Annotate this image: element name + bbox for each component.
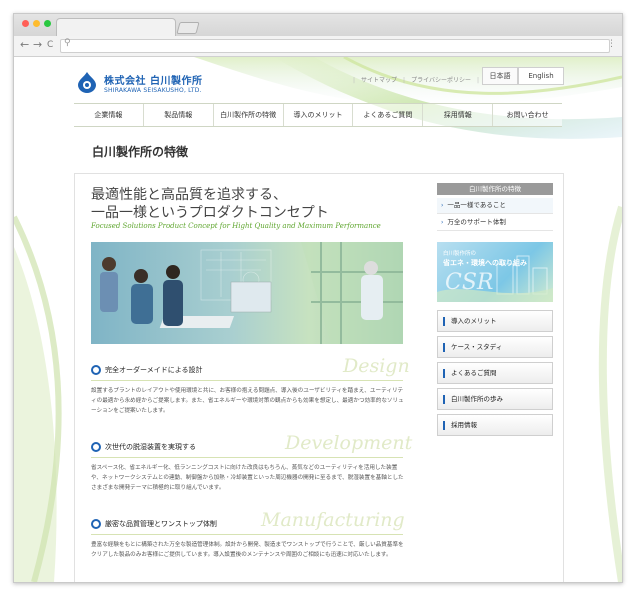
blue-bar-icon <box>443 368 445 378</box>
reload-icon[interactable]: C <box>47 38 53 52</box>
sub-headline: Focused Solutions Product Concept for Hi… <box>91 222 381 230</box>
circle-bullet-icon <box>91 365 101 375</box>
blue-bar-icon <box>443 342 445 352</box>
csr-banner[interactable]: 白川製作所の 省エネ・環境への取り組み CSR <box>437 242 553 302</box>
lang-english-button[interactable]: English <box>518 67 564 85</box>
site-header: 株式会社 白川製作所 SHIRAKAWA SEISAKUSHO, LTD. | サ… <box>14 57 622 103</box>
close-window-icon[interactable] <box>22 20 29 27</box>
back-arrow-icon[interactable]: ← <box>20 38 29 52</box>
chevron-right-icon: › <box>441 202 444 209</box>
section-title-design: 完全オーダーメイドによる設計 <box>91 365 203 375</box>
hero-photo <box>91 242 403 344</box>
sidebar-heading: 白川製作所の特徴 <box>437 183 553 195</box>
company-logo-icon[interactable] <box>76 71 98 93</box>
blue-bar-icon <box>443 420 445 430</box>
sitemap-link[interactable]: サイトマップ <box>361 77 397 84</box>
hero-photo-illustration <box>91 242 403 344</box>
sidebar-link-ippin[interactable]: › 一品一様であること <box>437 198 553 214</box>
section-divider <box>91 534 403 535</box>
blue-bar-icon <box>443 394 445 404</box>
new-tab-button[interactable] <box>176 22 200 34</box>
nav-item-products[interactable]: 製品情報 <box>144 104 214 126</box>
section-divider <box>91 457 403 458</box>
company-name-en: SHIRAKAWA SEISAKUSHO, LTD. <box>104 87 202 94</box>
circle-bullet-icon <box>91 519 101 529</box>
section-body-development: 省スペース化、省エネルギー化、低ランニングコストに向けた改良はもちろん、蒸気など… <box>91 465 404 491</box>
page-title: 白川製作所の特徴 <box>92 145 189 159</box>
address-bar[interactable]: ⚲ <box>60 38 610 53</box>
global-nav: 企業情報 製品情報 白川製作所の特徴 導入のメリット よくあるご質問 採用情報 … <box>74 103 562 127</box>
company-name[interactable]: 株式会社 白川製作所 <box>104 72 202 87</box>
nav-item-contact[interactable]: お問い合わせ <box>493 104 562 126</box>
circle-bullet-icon <box>91 442 101 452</box>
main-headline: 最適性能と高品質を追求する、 一品一様というプロダクトコンセプト <box>91 186 329 222</box>
forward-arrow-icon[interactable]: → <box>33 38 42 52</box>
section-body-manufacturing: 豊富な経験をもとに構築された万全な製造管理体制。設計から開発、製造までワンストッ… <box>91 542 404 558</box>
lang-japanese-button[interactable]: 日本語 <box>482 67 518 85</box>
maximize-window-icon[interactable] <box>44 20 51 27</box>
sidebar-button-faq[interactable]: よくあるご質問 <box>437 362 553 384</box>
sidebar-button-history[interactable]: 白川製作所の歩み <box>437 388 553 410</box>
headline-line-1: 最適性能と高品質を追求する、 <box>91 187 287 203</box>
headline-line-2: 一品一様というプロダクトコンセプト <box>91 205 329 221</box>
browser-window: ← → C ⚲ ⋮ 株式会社 白川製作所 SHIRAKAWA SEISAKUSH… <box>13 13 623 583</box>
tab-bar <box>14 14 622 37</box>
sidebar-link-support[interactable]: › 万全のサポート体制 <box>437 215 553 231</box>
nav-item-faq[interactable]: よくあるご質問 <box>353 104 424 126</box>
section-en-manufacturing: Manufacturing <box>261 509 405 531</box>
content-panel: 最適性能と高品質を追求する、 一品一様というプロダクトコンセプト Focused… <box>74 173 564 582</box>
browser-toolbar: ← → C ⚲ ⋮ <box>14 36 622 57</box>
sidebar-button-recruit[interactable]: 採用情報 <box>437 414 553 436</box>
section-en-design: Design <box>343 355 410 377</box>
csr-banner-title: 省エネ・環境への取り組み <box>443 259 527 267</box>
section-title-development: 次世代の脱湿装置を実現する <box>91 442 196 452</box>
sidebar-button-merits[interactable]: 導入のメリット <box>437 310 553 332</box>
search-icon: ⚲ <box>64 38 71 48</box>
sidebar-button-case-study[interactable]: ケース・スタディ <box>437 336 553 358</box>
csr-banner-word: CSR <box>445 270 494 295</box>
chevron-right-icon: › <box>441 219 444 226</box>
section-body-design: 設置するプラントのレイアウトや使用環境と共に、お客様の抱える問題点、導入後のユー… <box>91 388 404 414</box>
privacy-policy-link[interactable]: プライバシーポリシー <box>411 77 471 84</box>
section-en-development: Development <box>285 432 413 454</box>
browser-menu-icon[interactable]: ⋮ <box>607 39 616 49</box>
web-page: 株式会社 白川製作所 SHIRAKAWA SEISAKUSHO, LTD. | サ… <box>14 57 622 582</box>
section-title-manufacturing: 厳密な品質管理とワンストップ体制 <box>91 519 217 529</box>
nav-item-recruit[interactable]: 採用情報 <box>423 104 494 126</box>
nav-item-merits[interactable]: 導入のメリット <box>284 104 354 126</box>
blue-bar-icon <box>443 316 445 326</box>
section-divider <box>91 380 403 381</box>
nav-item-company[interactable]: 企業情報 <box>74 104 144 126</box>
minimize-window-icon[interactable] <box>33 20 40 27</box>
nav-item-features[interactable]: 白川製作所の特徴 <box>214 104 284 126</box>
csr-banner-small: 白川製作所の <box>443 251 477 257</box>
browser-tab[interactable] <box>56 18 176 37</box>
utility-links: | サイトマップ | プライバシーポリシー | <box>353 77 479 84</box>
